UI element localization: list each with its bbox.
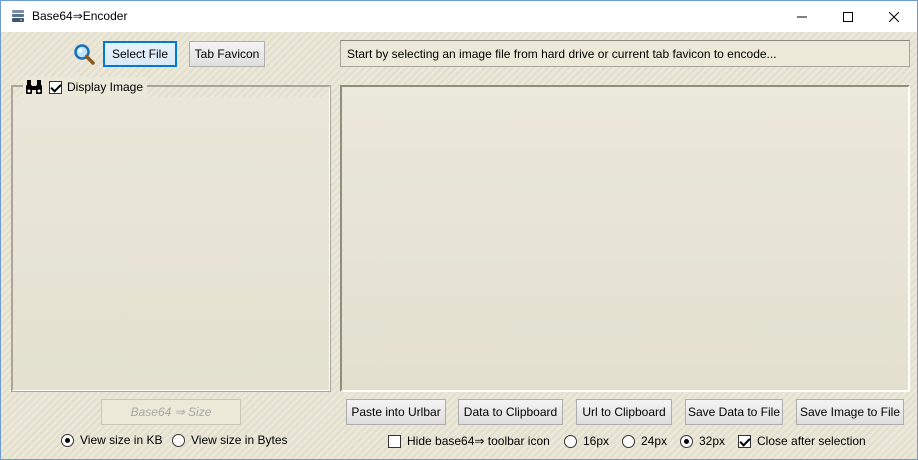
hide-icon-option[interactable]: Hide base64⇒ toolbar icon [388,434,550,448]
size-32-option[interactable]: 32px [680,434,725,448]
app-icon [12,10,24,22]
size-24-label: 24px [641,434,668,448]
size-32-label: 32px [699,434,726,448]
size-16-label: 16px [583,434,610,448]
close-after-checkbox[interactable] [738,434,751,448]
window-title: Base64⇒Encoder [32,9,128,23]
close-after-label: Close after selection [757,434,866,448]
close-after-option[interactable]: Close after selection [738,434,866,448]
save-image-button[interactable]: Save Image to File [796,399,904,425]
minimize-button[interactable] [779,1,825,32]
maximize-button[interactable] [825,1,871,32]
image-preview-area [13,97,329,390]
base64-size-button[interactable]: Base64 ⇒ Size [101,399,241,425]
close-button[interactable] [871,1,917,32]
url-clipboard-button[interactable]: Url to Clipboard [576,399,672,425]
group-legend: Display Image [23,77,148,97]
view-bytes-option[interactable]: View size in Bytes [172,433,288,447]
view-kb-option[interactable]: View size in KB [61,433,162,447]
minimize-icon [797,16,807,17]
size-24-option[interactable]: 24px [622,434,667,448]
size-16-option[interactable]: 16px [564,434,609,448]
select-file-button[interactable]: Select File [103,41,177,67]
view-kb-radio[interactable] [61,433,74,447]
status-message: Start by selecting an image file from ha… [340,40,910,67]
display-image-checkbox[interactable] [49,80,62,94]
size-16-radio[interactable] [564,434,577,448]
view-bytes-radio[interactable] [172,433,185,447]
binoculars-icon [26,80,42,94]
hide-icon-checkbox[interactable] [388,434,401,448]
status-text: Start by selecting an image file from ha… [347,47,777,61]
view-kb-label: View size in KB [80,433,163,447]
base64-output-panel[interactable] [340,85,910,392]
size-32-radio[interactable] [680,434,693,448]
hide-icon-label: Hide base64⇒ toolbar icon [407,434,550,448]
save-data-button[interactable]: Save Data to File [685,399,783,425]
data-clipboard-button[interactable]: Data to Clipboard [458,399,563,425]
close-icon [889,11,899,22]
paste-urlbar-button[interactable]: Paste into Urlbar [346,399,446,425]
tab-favicon-button[interactable]: Tab Favicon [189,41,265,67]
title-bar[interactable]: Base64⇒Encoder [1,1,917,32]
view-bytes-label: View size in Bytes [191,433,288,447]
display-image-label: Display Image [67,80,144,94]
size-24-radio[interactable] [622,434,635,448]
app-window: Base64⇒Encoder Select File Tab Favicon S… [0,0,918,460]
maximize-icon [843,11,853,22]
magnifier-icon [74,44,95,65]
